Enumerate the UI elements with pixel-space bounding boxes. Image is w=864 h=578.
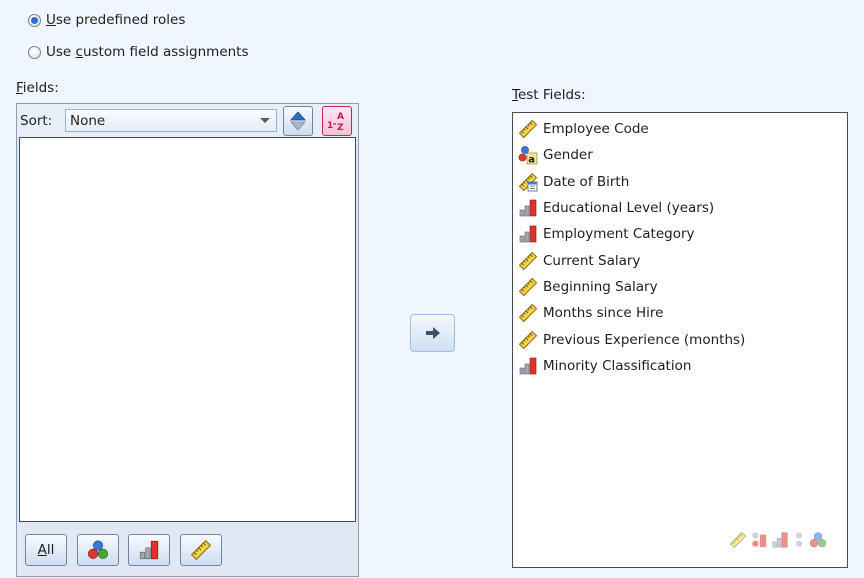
- list-item[interactable]: Beginning Salary: [513, 274, 847, 300]
- list-item[interactable]: Minority Classification: [513, 353, 847, 379]
- svg-text:A: A: [337, 112, 344, 122]
- list-item[interactable]: Employment Category: [513, 221, 847, 247]
- list-item-label: Employment Category: [543, 226, 695, 243]
- scale-icon: [517, 251, 539, 271]
- scale-icon: [517, 119, 539, 139]
- list-item-label: Date of Birth: [543, 173, 630, 190]
- list-item-label: Beginning Salary: [543, 278, 658, 295]
- list-item-label: Gender: [543, 147, 593, 164]
- radio-indicator[interactable]: [28, 13, 41, 27]
- list-item[interactable]: a Gender: [513, 142, 847, 168]
- radio-predefined-roles[interactable]: Use predefined roles: [28, 10, 185, 30]
- list-item[interactable]: Previous Experience (months): [513, 326, 847, 352]
- ordinal-icon: [517, 356, 539, 376]
- nominal-icon: [809, 531, 827, 549]
- sort-order-button[interactable]: [283, 106, 313, 136]
- radio-indicator[interactable]: [28, 45, 41, 59]
- sort-alpha-button[interactable]: A Z 1: [322, 106, 352, 136]
- ordinal-icon: [771, 531, 789, 549]
- radio-custom-label: Use custom field assignments: [46, 44, 249, 60]
- sort-dropdown-value: None: [70, 112, 106, 129]
- list-item[interactable]: Employee Code: [513, 116, 847, 142]
- sort-alphabetical-icon: A Z 1: [327, 112, 344, 132]
- list-item-label: Educational Level (years): [543, 200, 715, 217]
- scale-icon: [517, 303, 539, 323]
- filter-ordinal-button[interactable]: [128, 534, 170, 566]
- allowed-levels-legend: [729, 531, 827, 549]
- nominal-string-icon: a: [517, 145, 539, 165]
- scale-icon: [190, 539, 212, 561]
- radio-custom-assignments[interactable]: Use custom field assignments: [28, 42, 249, 62]
- list-item[interactable]: Educational Level (years): [513, 195, 847, 221]
- list-item[interactable]: Date of Birth: [513, 169, 847, 195]
- scale-icon: [729, 531, 747, 549]
- radio-predefined-label: Use predefined roles: [46, 12, 186, 28]
- svg-text:a: a: [528, 155, 535, 166]
- sort-label: Sort:: [20, 113, 53, 129]
- ordinal-icon: [517, 198, 539, 218]
- test-fields-list[interactable]: Employee Code a Gender Date of Birth Edu…: [512, 112, 848, 568]
- ordinal-string-icon: [752, 532, 767, 548]
- list-item[interactable]: Current Salary: [513, 247, 847, 273]
- list-item-label: Months since Hire: [543, 305, 664, 322]
- list-item-label: Previous Experience (months): [543, 331, 746, 348]
- fields-list[interactable]: [19, 137, 356, 522]
- ordinal-icon: [517, 224, 539, 244]
- nominal-icon: [87, 539, 109, 561]
- svg-text:Z: Z: [337, 123, 344, 132]
- test-fields-label: Test Fields:: [512, 87, 586, 103]
- list-item[interactable]: Months since Hire: [513, 300, 847, 326]
- filter-all-label: All: [37, 542, 55, 558]
- nominal-string-icon: [795, 532, 803, 547]
- list-item-label: Minority Classification: [543, 357, 692, 374]
- fields-label: Fields:: [16, 80, 59, 96]
- sort-dropdown[interactable]: None: [65, 109, 277, 132]
- list-item-label: Employee Code: [543, 121, 649, 138]
- arrow-right-icon: [425, 327, 440, 339]
- ordinal-icon: [138, 539, 160, 561]
- sort-up-down-icon: [290, 111, 306, 131]
- scale-icon: [517, 277, 539, 297]
- filter-all-button[interactable]: All: [25, 534, 67, 566]
- filter-scale-button[interactable]: [180, 534, 222, 566]
- filter-nominal-button[interactable]: [77, 534, 119, 566]
- scale-icon: [517, 330, 539, 350]
- chevron-down-icon[interactable]: [260, 118, 270, 123]
- svg-text:1: 1: [327, 121, 333, 131]
- move-field-button[interactable]: [410, 314, 455, 352]
- list-item-label: Current Salary: [543, 252, 641, 269]
- date-scale-icon: [517, 172, 539, 192]
